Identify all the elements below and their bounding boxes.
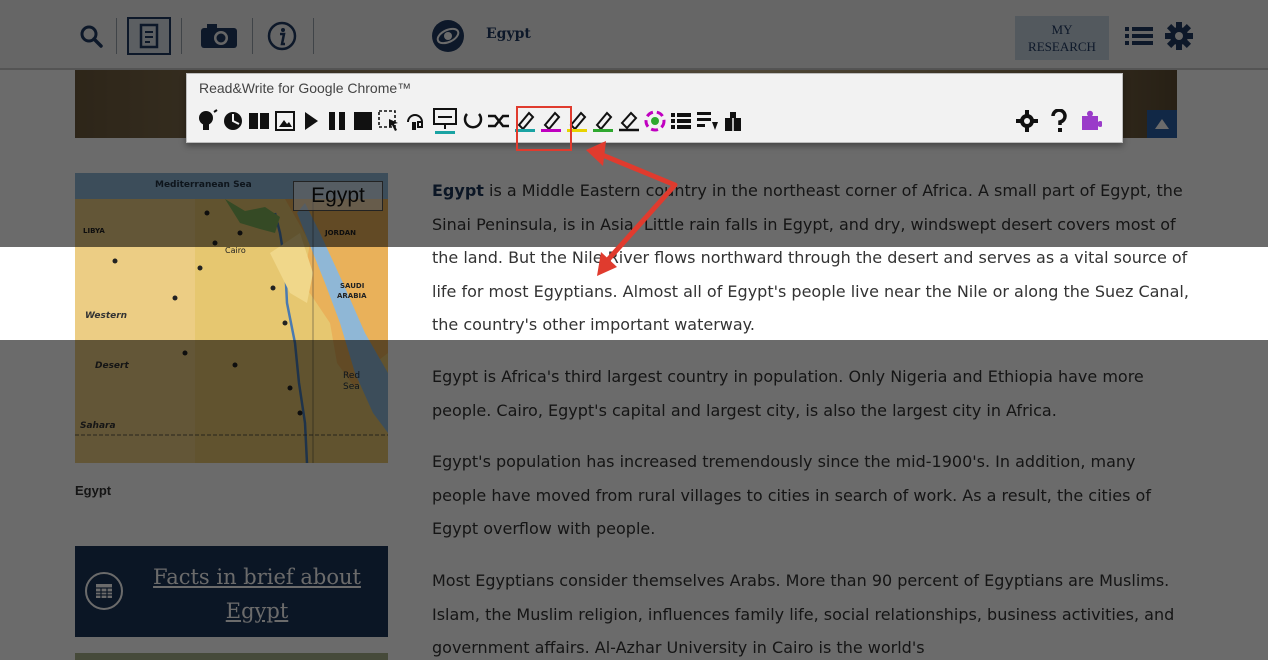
article-body: Egypt is a Middle Eastern country in the… <box>432 174 1192 660</box>
map-caption: Egypt <box>75 483 112 498</box>
svg-text:LIBYA: LIBYA <box>83 227 105 235</box>
article-lead-link[interactable]: Egypt <box>432 181 484 200</box>
gear-icon[interactable] <box>1163 20 1195 52</box>
search-icon[interactable] <box>74 17 108 55</box>
article-paragraph-1: Egypt is a Middle Eastern country in the… <box>432 174 1192 342</box>
egypt-map[interactable]: Mediterranean Sea Cairo Western Desert S… <box>75 173 388 463</box>
my-research-label-line2: RESEARCH <box>1028 39 1096 54</box>
site-title: Egypt <box>486 26 531 42</box>
page-icon[interactable] <box>127 17 171 55</box>
picture-dictionary-icon[interactable] <box>273 107 297 135</box>
scroll-up-button[interactable] <box>1147 110 1177 138</box>
svg-text:Cairo: Cairo <box>225 246 246 255</box>
stop-icon[interactable] <box>351 107 375 135</box>
play-icon[interactable] <box>299 107 323 135</box>
pause-icon[interactable] <box>325 107 349 135</box>
puzzle-extension-icon[interactable] <box>1079 107 1103 135</box>
triangle-up-icon <box>1155 119 1169 129</box>
screenshot-reader-icon[interactable] <box>377 107 401 135</box>
article-paragraph-2: Egypt is Africa's third largest country … <box>432 366 1144 420</box>
rw-help-icon[interactable] <box>1047 107 1071 135</box>
top-bar: Egypt MY RESEARCH <box>0 0 1268 70</box>
svg-text:JORDAN: JORDAN <box>324 229 356 237</box>
readwrite-settings-group <box>1015 106 1105 136</box>
facts-in-brief-card[interactable]: Facts in brief about Egypt <box>75 546 388 637</box>
screen-mask-callout-box <box>516 106 572 151</box>
svg-text:Sea: Sea <box>343 382 360 392</box>
dictionary-icon[interactable] <box>247 107 271 135</box>
my-research-label-line1: MY <box>1051 22 1073 37</box>
camera-icon[interactable] <box>197 17 241 55</box>
screen-mask-icon[interactable] <box>433 107 457 135</box>
svg-text:ARABIA: ARABIA <box>337 292 367 300</box>
toolbar-divider <box>181 18 182 54</box>
readwrite-title: Read&Write for Google Chrome™ <box>199 80 412 96</box>
svg-text:SAUDI: SAUDI <box>340 282 364 290</box>
calendar-table-icon <box>85 572 123 610</box>
prediction-icon[interactable] <box>221 107 245 135</box>
hover-speech-icon[interactable] <box>195 107 219 135</box>
rw-settings-icon[interactable] <box>1015 107 1039 135</box>
simplify-icon[interactable] <box>695 107 719 135</box>
article-paragraph-4: Most Egyptians consider themselves Arabs… <box>432 570 1175 658</box>
readwrite-tools <box>195 106 747 136</box>
svg-text:Sahara: Sahara <box>80 421 116 431</box>
toolbar-divider <box>252 18 253 54</box>
my-research-button[interactable]: MY RESEARCH <box>1015 16 1109 60</box>
toolbar-divider <box>313 18 314 54</box>
talk-type-icon[interactable] <box>461 107 485 135</box>
svg-text:Western: Western <box>85 311 127 321</box>
readwrite-toolbar: Read&Write for Google Chrome™ <box>186 73 1123 143</box>
article-paragraph-3: Egypt's population has increased tremend… <box>432 452 1151 539</box>
clear-highlights-icon[interactable] <box>617 107 641 135</box>
audio-maker-icon[interactable] <box>403 107 427 135</box>
highlight-green-icon[interactable] <box>591 107 615 135</box>
collect-highlights-icon[interactable] <box>669 107 693 135</box>
facts-in-brief-link[interactable]: Facts in brief about Egypt <box>137 560 377 628</box>
encyclopedia-logo-icon <box>432 20 464 52</box>
secondary-thumbnail-image[interactable] <box>75 653 388 660</box>
toolbar-divider <box>116 18 117 54</box>
translator-icon[interactable] <box>487 107 511 135</box>
vocabulary-icon[interactable] <box>643 107 667 135</box>
info-icon[interactable] <box>265 17 299 55</box>
svg-text:Mediterranean Sea: Mediterranean Sea <box>155 180 252 190</box>
check-it-icon[interactable] <box>721 107 745 135</box>
svg-text:Red: Red <box>343 371 360 381</box>
list-icon[interactable] <box>1123 20 1155 52</box>
highlight-swatch-3 <box>593 129 613 132</box>
map-label: Egypt <box>293 181 383 211</box>
svg-text:Desert: Desert <box>95 361 129 371</box>
article-paragraph-1-text: is a Middle Eastern country in the north… <box>432 181 1189 335</box>
